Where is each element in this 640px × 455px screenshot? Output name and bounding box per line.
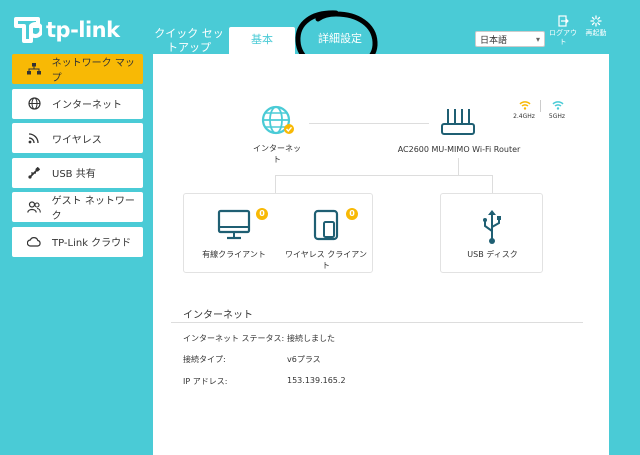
sidebar-item-label: ワイヤレス (52, 134, 102, 146)
wifi-divider (540, 100, 541, 112)
main-panel: インターネット AC2600 MU-MIMO Wi-Fi Router 2.4G… (153, 54, 609, 455)
tab-advanced[interactable]: 詳細設定 (300, 32, 380, 46)
tab-basic[interactable]: 基本 (229, 27, 295, 54)
internet-section-title: インターネット (183, 310, 253, 321)
internet-status-label: インターネット ステータス: (183, 334, 285, 343)
router-icon (441, 109, 475, 135)
ip-address-value: 153.139.165.2 (287, 376, 346, 385)
reboot-label: 再起動 (585, 29, 607, 37)
sidebar-item-internet[interactable]: インターネット (12, 88, 143, 119)
wifi-24ghz-label: 2.4GHz (513, 113, 535, 120)
wireless-client-count-badge: 0 (346, 208, 358, 220)
internet-node-label: インターネット (253, 144, 301, 164)
devices-icon (313, 209, 339, 241)
usb-icon (26, 165, 42, 181)
brand-name: tp-link (46, 18, 120, 42)
wired-clients-node[interactable]: 0 (204, 208, 268, 270)
connection-line (275, 175, 493, 176)
sidebar-item-label: インターネット (52, 100, 122, 111)
wifi-5ghz-label: 5GHz (548, 113, 566, 120)
wifi-5ghz-icon (552, 101, 564, 110)
reboot-icon (590, 15, 602, 27)
logout-icon (558, 15, 569, 27)
logout-button[interactable]: ログアウト (549, 15, 577, 47)
sidebar-item-usb-sharing[interactable]: USB 共有 (12, 157, 143, 188)
connection-line (458, 158, 459, 175)
tab-quick-setup[interactable]: クイック セットアップ (150, 27, 228, 55)
wifi-5ghz-indicator[interactable]: 5GHz (546, 100, 570, 120)
section-divider (171, 322, 583, 323)
globe-icon (26, 96, 42, 112)
sidebar-item-label: USB 共有 (52, 169, 96, 180)
wired-clients-label: 有線クライアント (202, 250, 266, 259)
globe-icon (261, 105, 294, 135)
internet-status-value: 接続しました (287, 334, 335, 343)
sidebar-item-tp-link-cloud[interactable]: TP-Link クラウド (12, 226, 143, 257)
wireless-icon (26, 130, 42, 146)
sidebar-item-guest-network[interactable]: ゲスト ネットワーク (12, 192, 143, 222)
logout-label: ログアウト (549, 29, 577, 46)
monitor-icon (217, 209, 251, 240)
usb-icon (483, 210, 501, 244)
sidebar-item-label: ゲスト ネットワーク (51, 196, 135, 222)
internet-node[interactable] (260, 104, 296, 140)
clients-card: 0 有線クライアント 0 ワイヤレス クライアント (183, 193, 373, 273)
sidebar-item-label: ネットワーク マップ (51, 58, 135, 84)
sidebar-item-wireless[interactable]: ワイヤレス (12, 123, 143, 153)
connection-type-label: 接続タイプ: (183, 355, 226, 364)
router-model-label: AC2600 MU-MIMO Wi-Fi Router (397, 145, 521, 154)
connection-line (309, 123, 429, 124)
cloud-icon (26, 234, 42, 250)
wifi-24ghz-icon (519, 101, 531, 110)
usb-disk-card[interactable]: USB ディスク (440, 193, 543, 273)
router-node[interactable] (440, 106, 476, 138)
usb-disk-label: USB ディスク (467, 250, 518, 259)
connection-line (275, 175, 276, 193)
chevron-down-icon: ▾ (535, 34, 540, 44)
ip-address-label: IP アドレス: (183, 377, 228, 386)
connection-type-value: v6プラス (287, 355, 321, 364)
guest-icon (26, 199, 42, 215)
wired-client-count-badge: 0 (256, 208, 268, 220)
sidebar: ネットワーク マップ インターネット ワイヤレス USB 共有 ゲスト ネットワ… (12, 54, 143, 261)
connection-line (492, 175, 493, 193)
language-select[interactable]: 日本語 ▾ (475, 31, 545, 47)
sidebar-item-label: TP-Link クラウド (52, 238, 132, 249)
network-map-icon (26, 61, 42, 77)
sidebar-item-network-map[interactable]: ネットワーク マップ (12, 54, 143, 84)
wireless-clients-label: ワイヤレス クライアント (285, 250, 367, 270)
reboot-button[interactable]: 再起動 (582, 15, 610, 38)
tp-link-logo: tp-link (12, 14, 120, 46)
wifi-24ghz-indicator[interactable]: 2.4GHz (513, 100, 537, 120)
tp-link-logo-icon (14, 17, 42, 43)
language-select-value: 日本語 (480, 35, 508, 46)
